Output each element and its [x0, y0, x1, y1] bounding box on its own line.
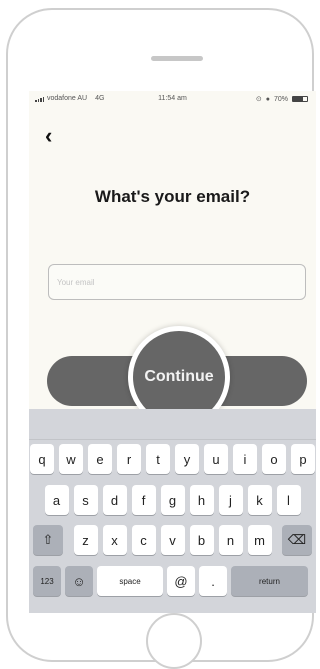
app-screen: vodafone AU 4G 11:54 am ⊙ ● 70% ‹ What's… [29, 91, 316, 613]
keyboard-row-2: a s d f g h j k l [29, 485, 316, 515]
space-key[interactable]: space [97, 566, 163, 596]
key-y[interactable]: y [175, 444, 199, 474]
key-p[interactable]: p [291, 444, 315, 474]
numbers-key[interactable]: 123 [33, 566, 61, 596]
shift-arrow-icon[interactable]: ⇧ [33, 525, 63, 555]
alarm-icon: ● [265, 95, 270, 103]
keyboard-row-4: 123 ☺ space @ . return [29, 566, 316, 596]
key-j[interactable]: j [218, 485, 243, 515]
key-e[interactable]: e [88, 444, 112, 474]
backspace-icon[interactable]: ⌫ [282, 525, 312, 555]
keyboard-suggestion-bar [29, 409, 316, 440]
key-u[interactable]: u [204, 444, 228, 474]
key-w[interactable]: w [59, 444, 83, 474]
key-l[interactable]: l [276, 485, 301, 515]
keyboard-row-3-letters: z x c v b n m [73, 525, 272, 555]
key-s[interactable]: s [73, 485, 98, 515]
chevron-left-icon[interactable]: ‹ [45, 125, 65, 147]
key-m[interactable]: m [247, 525, 272, 555]
status-right: ⊙ ● 70% [256, 95, 308, 103]
keyboard: q w e r t y u i o p a s d f g h j k l ⇧ … [29, 409, 316, 613]
key-i[interactable]: i [233, 444, 257, 474]
key-b[interactable]: b [189, 525, 214, 555]
key-k[interactable]: k [247, 485, 272, 515]
key-x[interactable]: x [102, 525, 127, 555]
at-key[interactable]: @ [167, 566, 195, 596]
return-key[interactable]: return [231, 566, 308, 596]
key-f[interactable]: f [131, 485, 156, 515]
key-z[interactable]: z [73, 525, 98, 555]
keyboard-row-3: ⇧ z x c v b n m ⌫ [29, 525, 316, 555]
key-o[interactable]: o [262, 444, 286, 474]
speaker-grille [151, 56, 203, 61]
key-q[interactable]: q [30, 444, 54, 474]
page-title: What's your email? [94, 187, 251, 206]
key-a[interactable]: a [44, 485, 69, 515]
key-r[interactable]: r [117, 444, 141, 474]
key-t[interactable]: t [146, 444, 170, 474]
key-v[interactable]: v [160, 525, 185, 555]
key-h[interactable]: h [189, 485, 214, 515]
location-icon: ⊙ [255, 96, 262, 103]
battery-icon [292, 96, 308, 102]
continue-label: Continue [144, 368, 214, 385]
email-field[interactable] [48, 264, 306, 300]
key-g[interactable]: g [160, 485, 185, 515]
emoji-icon[interactable]: ☺ [65, 566, 93, 596]
status-bar: vodafone AU 4G 11:54 am ⊙ ● 70% [29, 91, 316, 107]
dot-key[interactable]: . [199, 566, 227, 596]
key-d[interactable]: d [102, 485, 127, 515]
phone-frame: vodafone AU 4G 11:54 am ⊙ ● 70% ‹ What's… [6, 8, 316, 669]
key-c[interactable]: c [131, 525, 156, 555]
home-button[interactable] [146, 613, 202, 669]
keyboard-row-1: q w e r t y u i o p [29, 444, 316, 474]
battery-percent: 70% [273, 95, 288, 103]
key-n[interactable]: n [218, 525, 243, 555]
